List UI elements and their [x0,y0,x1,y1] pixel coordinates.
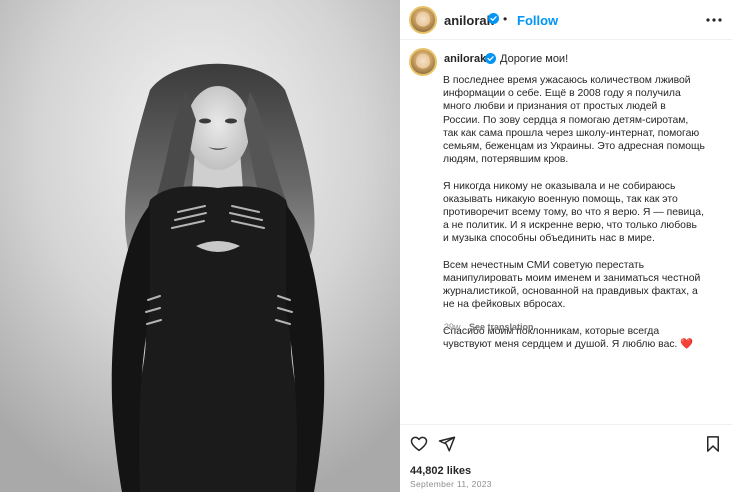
caption-username[interactable]: anilorak [444,53,486,65]
verified-badge-icon [488,13,499,24]
post-age[interactable]: 39w [444,322,461,332]
post-photo[interactable] [0,0,400,492]
separator-dot: • [503,12,508,26]
share-icon[interactable] [438,435,456,453]
more-options-icon[interactable] [704,13,724,27]
photo-illustration [0,0,400,492]
caption-paragraph: В последнее время ужасаюсь количеством л… [443,75,705,166]
username-link[interactable]: anilorak [444,13,494,28]
post-actions: 44,802 likes September 11, 2023 [400,424,732,492]
see-translation-link[interactable]: See translation [469,322,534,332]
heart-emoji: ❤️ [680,339,694,351]
caption-text: В последнее время ужасаюсь количеством л… [443,74,705,364]
verified-badge-icon [485,53,496,64]
heart-icon[interactable] [410,435,428,453]
bookmark-icon[interactable] [704,435,722,453]
post-date: September 11, 2023 [410,479,492,489]
post-header: anilorak • Follow [400,0,732,40]
caption-paragraph: Всем нечестным СМИ советую перестать ман… [443,259,701,311]
caption-paragraph: Я никогда никому не оказывала и не собир… [443,180,704,245]
follow-button[interactable]: Follow [517,13,558,28]
caption-meta: 39w See translation [444,322,534,332]
likes-count[interactable]: 44,802 likes [410,465,471,477]
post-panel: anilorak • Follow anilorak Дорогие мои! … [400,0,732,492]
avatar[interactable] [409,48,437,76]
caption-area: anilorak Дорогие мои! В последнее время … [400,40,732,424]
avatar[interactable] [409,6,437,34]
caption-greeting: Дорогие мои! [500,53,569,65]
